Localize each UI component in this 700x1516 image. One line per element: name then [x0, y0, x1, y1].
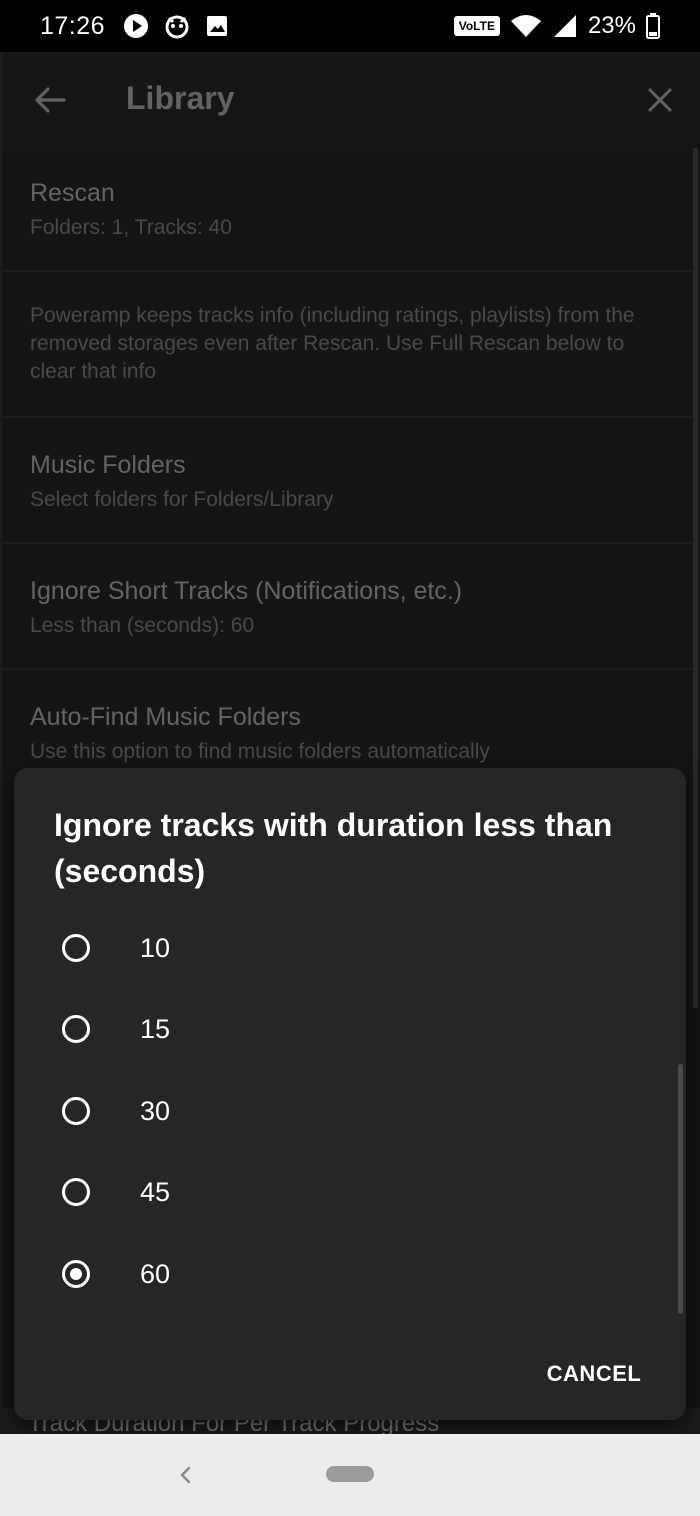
- signal-icon: [553, 15, 576, 37]
- status-bar: 17:26 VoLTE 23%: [0, 0, 700, 52]
- notification-icon: [165, 15, 189, 39]
- play-icon: [124, 14, 149, 38]
- battery-percent: 23%: [587, 12, 636, 39]
- nav-back-icon[interactable]: [176, 1462, 194, 1488]
- navigation-bar: [0, 1434, 700, 1516]
- image-icon: [207, 16, 228, 36]
- option-30[interactable]: 30: [62, 1081, 622, 1141]
- radio-button[interactable]: [62, 1097, 90, 1125]
- option-10[interactable]: 10: [62, 918, 622, 978]
- volte-badge: VoLTE: [453, 16, 500, 36]
- wifi-icon: [510, 15, 541, 37]
- dialog-title: Ignore tracks with duration less than (s…: [54, 807, 613, 889]
- option-label: 30: [140, 1095, 171, 1126]
- option-45[interactable]: 45: [62, 1162, 622, 1222]
- home-pill[interactable]: [326, 1466, 374, 1482]
- option-15[interactable]: 15: [62, 999, 622, 1059]
- cancel-button[interactable]: CANCEL: [524, 1350, 664, 1398]
- radio-button[interactable]: [62, 1178, 90, 1206]
- option-label: 60: [140, 1258, 171, 1289]
- status-time: 17:26: [40, 11, 106, 40]
- radio-button-checked[interactable]: [62, 1260, 90, 1288]
- option-label: 45: [140, 1176, 171, 1207]
- option-label: 10: [140, 932, 171, 963]
- radio-button[interactable]: [62, 1015, 90, 1043]
- battery-icon: [646, 13, 660, 39]
- duration-dialog: Ignore tracks with duration less than (s…: [14, 768, 686, 1420]
- option-label: 15: [140, 1013, 171, 1044]
- radio-button[interactable]: [62, 934, 90, 962]
- dialog-scrollbar[interactable]: [678, 1064, 683, 1314]
- option-60[interactable]: 60: [62, 1244, 622, 1304]
